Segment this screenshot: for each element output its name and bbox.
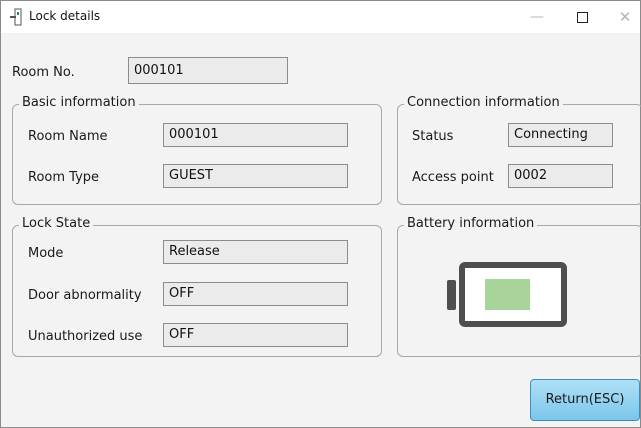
- access-point-field: 0002: [508, 164, 613, 188]
- mode-field: Release: [163, 240, 348, 264]
- connection-information-title: Connection information: [404, 95, 563, 110]
- battery-level-fill: [485, 279, 530, 310]
- status-field: Connecting: [508, 123, 613, 147]
- maximize-icon: [576, 12, 588, 23]
- battery-terminal: [447, 280, 456, 310]
- room-name-field: 000101: [163, 123, 348, 147]
- connection-information-group: Connection information: [397, 95, 641, 205]
- minimize-icon: —: [530, 9, 544, 25]
- mode-label: Mode: [28, 246, 64, 261]
- door-abnormality-label: Door abnormality: [28, 288, 142, 303]
- window-title: Lock details: [29, 9, 101, 23]
- room-type-label: Room Type: [28, 170, 100, 185]
- basic-information-title: Basic information: [19, 95, 139, 110]
- unauthorized-use-label: Unauthorized use: [28, 329, 143, 344]
- room-name-label: Room Name: [28, 129, 108, 144]
- status-label: Status: [412, 129, 454, 144]
- access-point-label: Access point: [412, 170, 494, 185]
- return-button[interactable]: Return(ESC): [530, 379, 640, 421]
- minimize-button[interactable]: —: [517, 5, 557, 29]
- lock-details-window: Lock details — ✕ Room No. 000101 Basic i…: [0, 0, 641, 428]
- room-type-field: GUEST: [163, 164, 348, 188]
- battery-icon: [459, 262, 567, 327]
- battery-information-title: Battery information: [404, 216, 538, 231]
- basic-information-group: Basic information: [12, 95, 382, 205]
- door-abnormality-field: OFF: [163, 282, 348, 306]
- close-icon: ✕: [618, 8, 632, 26]
- lock-state-title: Lock State: [19, 216, 94, 231]
- close-button[interactable]: ✕: [605, 5, 641, 29]
- room-no-field: 000101: [128, 57, 288, 84]
- maximize-button[interactable]: [562, 5, 602, 29]
- unauthorized-use-field: OFF: [163, 323, 348, 347]
- lock-app-icon: [10, 8, 22, 26]
- room-no-label: Room No.: [12, 65, 75, 80]
- title-bar[interactable]: Lock details — ✕: [1, 1, 640, 33]
